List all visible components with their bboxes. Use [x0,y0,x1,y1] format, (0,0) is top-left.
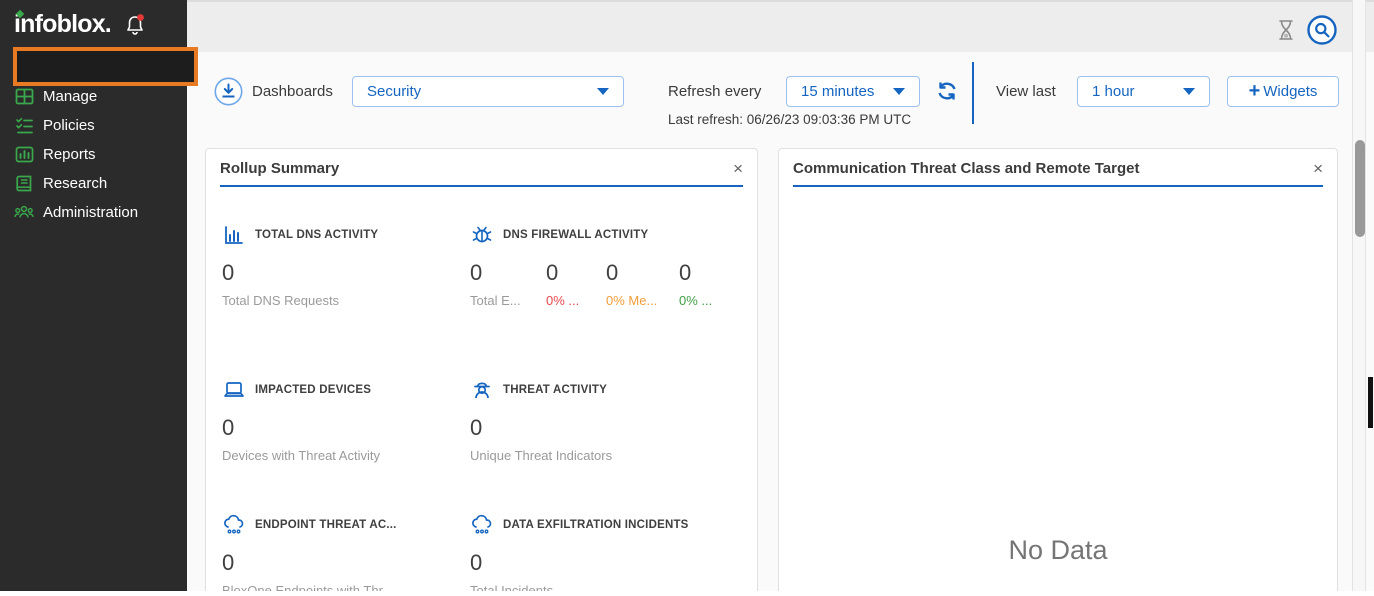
metric-value: 0 [546,260,606,286]
download-icon [214,77,243,106]
dashboard-annotation-highlight [13,47,198,86]
metric-title: DNS FIREWALL ACTIVITY [503,229,648,241]
refresh-interval-value: 15 minutes [801,83,874,100]
metric-title: IMPACTED DEVICES [255,384,371,396]
metric-value: 0 [222,415,470,441]
rollup-metrics-grid: TOTAL DNS ACTIVITY 0 Total DNS Requests … [206,187,757,596]
dashboards-label: Dashboards [252,83,333,100]
cloud-rain-icon [222,513,246,537]
metric-sublabel: 0% ... [546,293,606,308]
metric-value: 0 [606,260,679,286]
metric-value: 0 [470,550,757,576]
bell-icon [125,14,145,36]
panel-title: Rollup Summary [220,160,339,177]
sidebar-item-label: Policies [43,117,95,134]
metric-threat-activity: THREAT ACTIVITY 0 Unique Threat Indicato… [470,378,757,513]
metric-data-exfiltration-incidents: DATA EXFILTRATION INCIDENTS 0 Total Inci… [470,513,757,596]
panel-title: Communication Threat Class and Remote Ta… [793,160,1139,177]
bar-chart-icon [222,223,246,247]
bottom-edge-strip [0,591,1374,596]
stat-medium: 0 0% Me... [606,247,679,308]
add-widgets-button[interactable]: + Widgets [1227,76,1339,107]
metric-value: 0 [470,415,757,441]
metric-value: 0 [222,550,470,576]
refresh-interval-select[interactable]: 15 minutes [786,76,920,107]
view-last-label: View last [996,83,1056,100]
chevron-down-icon [597,88,609,95]
communication-threat-panel: Communication Threat Class and Remote Ta… [778,148,1338,596]
last-refresh-text: Last refresh: 06/26/23 09:03:36 PM UTC [668,112,911,127]
sidebar-item-label: Administration [43,204,138,221]
sidebar-item-manage[interactable]: Manage [0,82,187,111]
logo-row: infoblox. [0,0,187,45]
plus-icon: + [1249,81,1261,101]
add-widgets-label: Widgets [1263,83,1317,100]
refresh-icon [936,80,958,102]
close-icon[interactable]: × [733,160,743,177]
sidebar: infoblox. [0,0,187,591]
sidebar-item-label: Reports [43,146,96,163]
hourglass-icon[interactable] [1276,18,1296,42]
metric-total-dns-activity: TOTAL DNS ACTIVITY 0 Total DNS Requests [222,223,470,378]
logo-wordmark: infoblox. [14,10,111,38]
policies-checklist-icon [14,116,34,136]
metric-title: DATA EXFILTRATION INCIDENTS [503,519,689,531]
dashboard-select[interactable]: Security [352,76,624,107]
metric-sublabel: Unique Threat Indicators [470,448,757,463]
sidebar-item-policies[interactable]: Policies [0,111,187,140]
refresh-every-label: Refresh every [668,83,761,100]
research-book-icon [14,174,34,194]
infoblox-logo: infoblox. [14,10,111,39]
metric-value: 0 [679,260,712,286]
search-icon[interactable] [1306,14,1338,46]
sidebar-item-label: Research [43,175,107,192]
sidebar-item-administration[interactable]: Administration [0,198,187,227]
metric-sublabel: 0% Me... [606,293,679,308]
chevron-down-icon [1183,88,1195,95]
outer-scrollbar-thumb[interactable] [1368,377,1373,428]
metric-sublabel: Total DNS Requests [222,293,470,308]
dashboard-select-value: Security [367,83,421,100]
no-data-placeholder: No Data [779,535,1337,566]
stat-total-events: 0 Total E... [470,247,546,308]
cloud-rain-icon [470,513,494,537]
vertical-scrollbar-track[interactable] [1352,0,1366,591]
manage-grid-icon [14,87,34,107]
metric-sublabel: Devices with Threat Activity [222,448,470,463]
vertical-scrollbar-thumb[interactable] [1355,140,1365,237]
metric-title: TOTAL DNS ACTIVITY [255,229,378,241]
metric-title: ENDPOINT THREAT AC... [255,519,397,531]
panel-title-underline [793,185,1323,187]
view-last-value: 1 hour [1092,83,1135,100]
metric-value: 0 [222,260,470,286]
metric-sublabel: 0% ... [679,293,712,308]
metric-sublabel: Total E... [470,293,546,308]
metric-title: THREAT ACTIVITY [503,384,607,396]
app-root: infoblox. [0,0,1374,596]
reports-chart-icon [14,145,34,165]
toolbar-divider [972,62,974,124]
close-icon[interactable]: × [1313,160,1323,177]
metric-value: 0 [470,260,546,286]
bug-icon [470,223,494,247]
sidebar-item-label: Manage [43,88,97,105]
view-last-select[interactable]: 1 hour [1077,76,1210,107]
notifications-button[interactable] [125,14,145,36]
stat-high: 0 0% ... [546,247,606,308]
spy-icon [470,378,494,402]
chevron-down-icon [893,88,905,95]
metric-endpoint-threat-activity: ENDPOINT THREAT AC... 0 BloxOne Endpoint… [222,513,470,596]
export-dashboard-button[interactable] [214,77,243,106]
refresh-now-button[interactable] [936,80,958,102]
sidebar-item-reports[interactable]: Reports [0,140,187,169]
stat-low: 0 0% ... [679,247,712,308]
sidebar-item-research[interactable]: Research [0,169,187,198]
metric-dns-firewall-activity: DNS FIREWALL ACTIVITY 0 Total E... 0 0% … [470,223,757,378]
laptop-icon [222,378,246,402]
top-header-bar [187,0,1374,52]
administration-people-icon [14,203,34,223]
metric-impacted-devices: IMPACTED DEVICES 0 Devices with Threat A… [222,378,470,513]
rollup-summary-panel: Rollup Summary × TOTAL DNS ACTIVITY 0 To… [205,148,758,596]
